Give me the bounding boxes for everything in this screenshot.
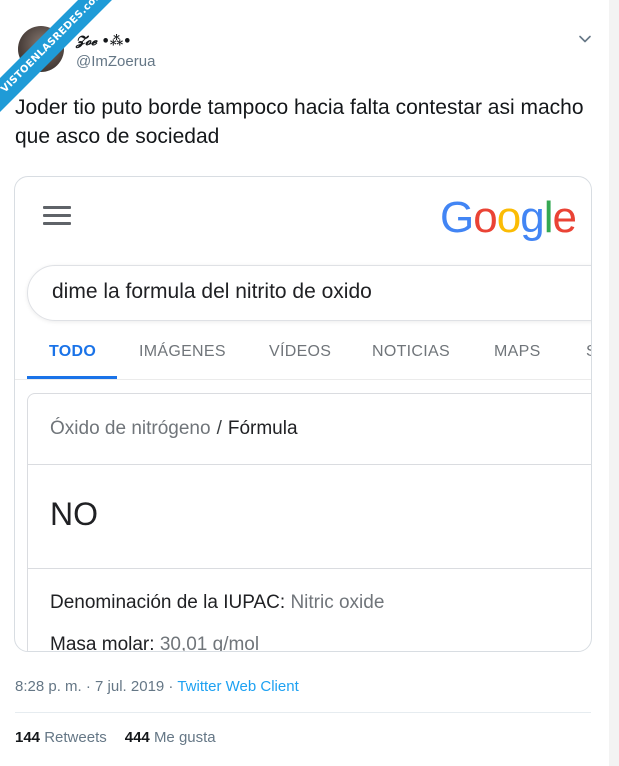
kp-molar-label: Masa molar: bbox=[50, 634, 155, 652]
knowledge-panel: Óxido de nitrógeno / Fórmula NO Denominaci… bbox=[27, 393, 591, 652]
search-tabs: TODO IMÁGENES VÍDEOS NOTICIAS MAPS S bbox=[15, 337, 591, 381]
tweet-media-card[interactable]: Google dime la formula del nitrito de ox… bbox=[14, 176, 592, 652]
watermark: VISTOENLASREDES.com bbox=[0, 0, 130, 130]
kp-iupac-label: Denominación de la IUPAC: bbox=[50, 592, 286, 613]
google-logo-letter: o bbox=[496, 193, 522, 242]
likes-count: 444 bbox=[124, 729, 150, 746]
tabs-divider bbox=[15, 379, 591, 380]
timestamp-text[interactable]: 8:28 p. m. · 7 jul. 2019 · bbox=[15, 678, 177, 695]
google-logo-letter: o bbox=[473, 193, 498, 242]
kp-iupac-row: Denominación de la IUPAC: Nitric oxide bbox=[50, 592, 384, 614]
divider bbox=[15, 712, 591, 713]
tab-maps: MAPS bbox=[494, 343, 541, 360]
kp-answer: NO bbox=[50, 496, 98, 532]
retweets-label: Retweets bbox=[44, 729, 107, 746]
tab-todo: TODO bbox=[49, 343, 97, 360]
google-logo: Google bbox=[440, 193, 577, 243]
menu-icon bbox=[43, 206, 71, 228]
google-logo-letter: e bbox=[552, 193, 577, 242]
page-edge bbox=[609, 0, 619, 766]
chevron-down-icon[interactable] bbox=[578, 32, 592, 46]
google-logo-letter: G bbox=[440, 193, 474, 242]
tab-videos: VÍDEOS bbox=[269, 343, 332, 360]
search-input: dime la formula del nitrito de oxido bbox=[27, 265, 591, 321]
kp-divider bbox=[28, 464, 591, 465]
search-query: dime la formula del nitrito de oxido bbox=[52, 280, 372, 303]
client-link[interactable]: Twitter Web Client bbox=[177, 678, 298, 695]
kp-breadcrumb-parent: Óxido de nitrógeno bbox=[50, 418, 211, 439]
kp-breadcrumb-current: Fórmula bbox=[227, 418, 298, 439]
kp-molar-value: 30,01 g/mol bbox=[159, 634, 260, 652]
kp-molar-row: Masa molar: 30,01 g/mol bbox=[50, 634, 260, 652]
likes-label: Me gusta bbox=[153, 729, 216, 746]
tab-more: S bbox=[586, 343, 591, 361]
kp-divider bbox=[28, 568, 591, 569]
retweets-stat[interactable]: 144 Retweets bbox=[15, 729, 107, 746]
watermark-text: VISTOENLASREDES.com bbox=[0, 0, 129, 118]
retweets-count: 144 bbox=[15, 729, 41, 746]
tweet-timestamp: 8:28 p. m. · 7 jul. 2019 · Twitter Web C… bbox=[15, 678, 299, 695]
tab-noticias: NOTICIAS bbox=[372, 343, 450, 360]
kp-breadcrumb-separator: / bbox=[216, 418, 222, 439]
tweet-stats: 144 Retweets 444 Me gusta bbox=[15, 729, 216, 746]
google-logo-letter: g bbox=[520, 193, 545, 242]
kp-breadcrumb: Óxido de nitrógeno / Fórmula bbox=[50, 418, 298, 440]
likes-stat[interactable]: 444 Me gusta bbox=[125, 729, 216, 746]
kp-iupac-value: Nitric oxide bbox=[290, 592, 385, 613]
tab-imagenes: IMÁGENES bbox=[139, 343, 226, 360]
